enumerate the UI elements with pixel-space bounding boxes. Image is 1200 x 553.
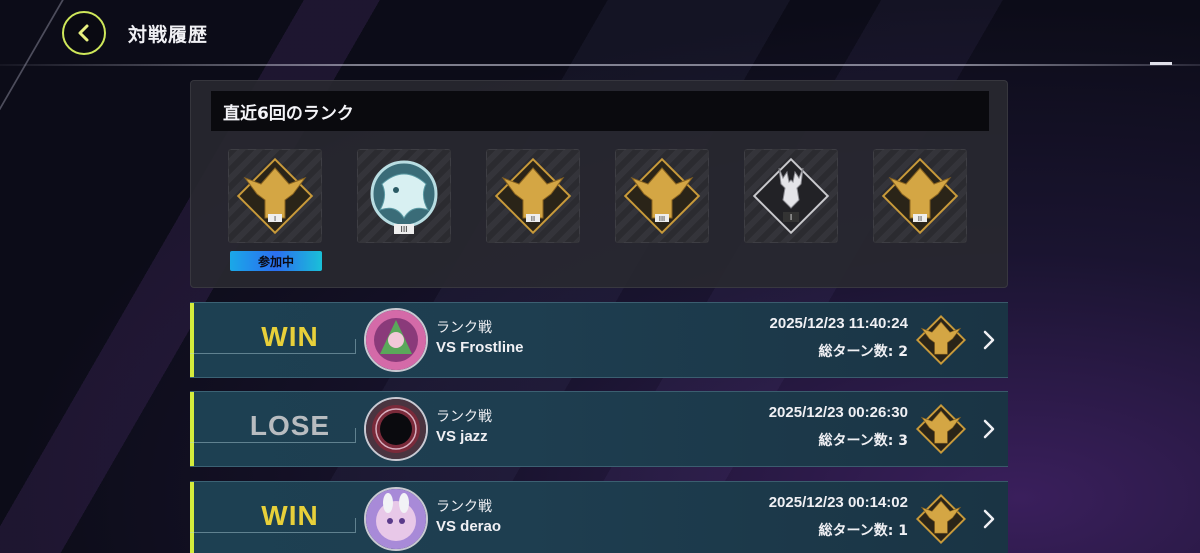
gold-phoenix-rank-icon (915, 493, 967, 545)
rank-tile[interactable]: III (357, 149, 451, 243)
rank-tile[interactable]: I (228, 149, 322, 243)
current-rank-badge: 参加中 (230, 251, 322, 271)
gold-phoenix-rank-icon: II (881, 157, 959, 235)
chevron-right-icon (983, 419, 995, 439)
purple-rabbit-avatar-icon (366, 489, 426, 549)
match-turns: 総ターン数: 2 (818, 344, 908, 360)
opponent-name: VS Frostline (436, 339, 524, 356)
svg-text:I: I (790, 213, 792, 222)
rank-icon-list: I III II III I II (228, 149, 968, 243)
svg-text:I: I (274, 215, 276, 223)
row-accent (190, 392, 194, 466)
opponent-avatar (364, 397, 428, 461)
page-title: 対戦履歴 (128, 24, 209, 46)
match-row[interactable]: WIN ランク戦 VS derao 2025/12/23 00:14:02 総タ… (190, 481, 1008, 553)
chevron-right-icon (983, 330, 995, 350)
match-result: WIN (261, 321, 319, 352)
gold-phoenix-rank-icon (915, 314, 967, 366)
back-button[interactable] (62, 11, 106, 55)
match-turns: 総ターン数: 3 (818, 433, 908, 449)
svg-text:II: II (531, 215, 535, 223)
svg-text:III: III (659, 215, 665, 223)
gold-phoenix-rank-icon: III (623, 157, 701, 235)
match-type: ランク戦 (436, 409, 492, 425)
result-underline (190, 442, 355, 443)
match-turns: 総ターン数: 1 (818, 523, 908, 539)
match-datetime: 2025/12/23 00:14:02 (768, 494, 908, 511)
chevron-left-icon (78, 24, 89, 42)
header-divider (0, 64, 1200, 66)
result-underline-tick (355, 339, 356, 354)
match-result: WIN (261, 500, 319, 531)
svg-text:II: II (918, 215, 922, 223)
match-row[interactable]: WIN ランク戦 VS Frostline 2025/12/23 11:40:2… (190, 302, 1008, 378)
pink-spellcaster-avatar-icon (366, 310, 426, 370)
platinum-dragon-rank-icon: III (370, 160, 438, 234)
result-underline (190, 353, 355, 354)
recent-ranks-title: 直近6回のランク (211, 91, 989, 131)
svg-text:III: III (400, 225, 407, 234)
rank-tile[interactable]: III (615, 149, 709, 243)
match-row[interactable]: LOSE ランク戦 VS jazz 2025/12/23 00:26:30 総タ… (190, 391, 1008, 467)
dark-orb-avatar-icon (366, 399, 426, 459)
corner-decoration (0, 0, 64, 110)
result-underline (190, 532, 355, 533)
opponent-avatar (364, 487, 428, 551)
match-datetime: 2025/12/23 11:40:24 (769, 315, 908, 332)
match-type: ランク戦 (436, 320, 492, 336)
recent-ranks-panel: 直近6回のランク I III II III I II 参加中 (190, 80, 1008, 288)
rank-tile[interactable]: II (486, 149, 580, 243)
opponent-name: VS derao (436, 518, 502, 535)
result-underline-tick (355, 428, 356, 443)
rank-tile[interactable]: I (744, 149, 838, 243)
silver-stag-rank-icon: I (752, 157, 830, 235)
row-accent (190, 303, 194, 377)
gold-phoenix-rank-icon: I (236, 157, 314, 235)
header-divider-tick (1150, 62, 1172, 65)
opponent-name: VS jazz (436, 428, 488, 445)
match-datetime: 2025/12/23 00:26:30 (768, 404, 908, 421)
gold-phoenix-rank-icon: II (494, 157, 572, 235)
gold-phoenix-rank-icon (915, 403, 967, 455)
chevron-right-icon (983, 509, 995, 529)
result-underline-tick (355, 518, 356, 533)
rank-tile[interactable]: II (873, 149, 967, 243)
opponent-avatar (364, 308, 428, 372)
row-accent (190, 482, 194, 553)
match-type: ランク戦 (436, 499, 492, 515)
match-result: LOSE (249, 410, 331, 441)
